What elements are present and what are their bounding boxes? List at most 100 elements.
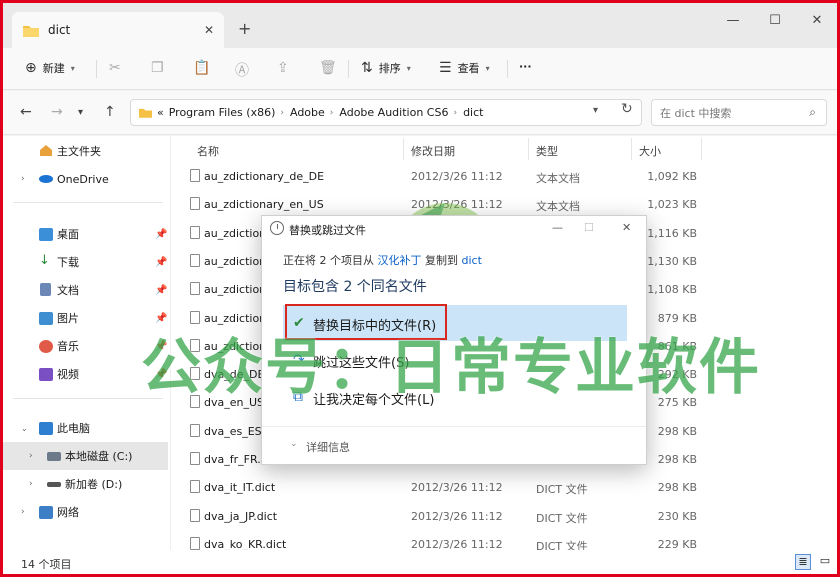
dialog-title: 替换或跳过文件: [289, 224, 366, 237]
option-label: 让我决定每个文件(L): [313, 393, 435, 408]
refresh-icon[interactable]: ↻: [621, 101, 633, 117]
pin-icon[interactable]: 📌: [155, 285, 167, 296]
sort-label: 排序: [378, 62, 401, 75]
column-separator[interactable]: [528, 138, 529, 160]
dialog-maximize-button: ☐: [584, 221, 594, 234]
file-icon: [190, 423, 200, 437]
document-icon: [40, 283, 51, 296]
share-button[interactable]: ⇪: [277, 60, 295, 76]
pin-icon[interactable]: 📌: [155, 369, 167, 380]
sidebar-item-pictures[interactable]: 图片 📌: [3, 304, 168, 332]
file-type: 文本文档: [536, 172, 580, 185]
crumb-adobe[interactable]: Adobe: [290, 106, 325, 119]
delete-button[interactable]: 🗑: [319, 60, 343, 76]
sidebar-item-this-pc[interactable]: ⌄ 此电脑: [3, 414, 168, 442]
details-toggle[interactable]: 详细信息: [306, 439, 350, 455]
pin-icon[interactable]: 📌: [155, 313, 167, 324]
decide-each-option[interactable]: ⧉ 让我决定每个文件(L): [283, 379, 627, 415]
search-icon: ⌕: [809, 105, 816, 119]
search-input[interactable]: 在 dict 中搜索 ⌕: [651, 99, 827, 126]
column-header-date[interactable]: 修改日期: [411, 143, 455, 159]
column-separator[interactable]: [403, 138, 404, 160]
replace-files-option[interactable]: ✔ 替换目标中的文件(R): [283, 304, 627, 341]
source-link[interactable]: 汉化补丁: [378, 254, 422, 267]
maximize-button[interactable]: ☐: [765, 13, 785, 33]
sidebar-item-music[interactable]: 音乐 📌: [3, 332, 168, 360]
column-separator[interactable]: [631, 138, 632, 160]
chevron-down-icon[interactable]: ⌄: [290, 439, 298, 449]
column-header-name[interactable]: 名称: [197, 143, 219, 159]
copy-icon: ❐: [151, 60, 164, 76]
sidebar-item-documents[interactable]: 文档 📌: [3, 276, 168, 304]
new-tab-button[interactable]: +: [238, 19, 251, 38]
cut-button[interactable]: ✂: [109, 60, 127, 76]
file-size: 1,092 KB: [647, 170, 697, 183]
sidebar-item-onedrive[interactable]: › OneDrive: [3, 165, 168, 193]
view-label: 查看: [457, 62, 480, 75]
pin-icon[interactable]: 📌: [155, 341, 167, 352]
file-type: DICT 文件: [536, 483, 588, 497]
status-bar: 14 个项目 ≣ ▭: [3, 550, 837, 574]
address-dropdown-icon[interactable]: ▾: [593, 105, 598, 116]
crumb-dict[interactable]: dict: [463, 106, 483, 119]
close-window-button[interactable]: ✕: [807, 13, 827, 33]
file-name: dva_de_DE: [204, 368, 265, 382]
tiles-view-icon[interactable]: ▭: [817, 554, 833, 570]
column-header-size[interactable]: 大小: [639, 143, 661, 159]
details-view-icon[interactable]: ≣: [795, 554, 811, 570]
dest-link[interactable]: dict: [462, 254, 482, 267]
close-tab-icon[interactable]: ✕: [204, 23, 214, 37]
forward-button[interactable]: →: [51, 104, 63, 120]
toolbar-divider: [96, 60, 97, 78]
sidebar-label: 此电脑: [57, 422, 90, 435]
pin-icon[interactable]: 📌: [155, 229, 167, 240]
computer-icon: [39, 422, 53, 435]
chevron-down-icon: ▾: [406, 63, 411, 73]
crumb-audition[interactable]: Adobe Audition CS6: [339, 106, 448, 119]
new-button[interactable]: ⊕ 新建 ▾: [25, 60, 75, 76]
pin-icon[interactable]: 📌: [155, 257, 167, 268]
view-icon: ☰: [439, 60, 452, 76]
view-button[interactable]: ☰ 查看 ▾: [439, 60, 490, 76]
table-row[interactable]: dva_it_IT.dict 2012/3/26 11:12 DICT 文件 298 …: [171, 473, 837, 501]
skip-files-option[interactable]: ↷ 跳过这些文件(S): [283, 342, 627, 378]
paste-button[interactable]: 📋: [193, 60, 216, 76]
file-name: au_zdiction: [204, 311, 267, 325]
address-bar[interactable]: « Program Files (x86) › Adobe › Adobe Au…: [130, 99, 642, 126]
up-button[interactable]: ↑: [104, 104, 116, 120]
file-name: au_zdiction: [204, 283, 267, 297]
file-icon: [190, 197, 200, 211]
tab-dict[interactable]: dict ✕: [12, 12, 224, 48]
file-name: au_zdiction: [204, 226, 267, 240]
search-placeholder: 在 dict 中搜索: [660, 106, 732, 120]
sidebar-item-videos[interactable]: 视频 📌: [3, 360, 168, 388]
sidebar-item-desktop[interactable]: 桌面 📌: [3, 220, 168, 248]
table-row[interactable]: au_zdictionary_de_DE 2012/3/26 11:12 文本文档 1…: [171, 162, 837, 190]
file-date: 2012/3/26 11:12: [411, 198, 503, 212]
sidebar-item-downloads[interactable]: ↓ 下载 📌: [3, 248, 168, 276]
sidebar-item-home[interactable]: 主文件夹: [3, 137, 168, 165]
dialog-close-button[interactable]: ✕: [622, 221, 631, 234]
sidebar-item-drive-d[interactable]: › 新加卷 (D:): [3, 470, 168, 498]
minimize-button[interactable]: —: [723, 13, 743, 33]
share-icon: ⇪: [277, 60, 289, 76]
sort-button[interactable]: ⇅ 排序 ▾: [361, 60, 411, 76]
sidebar-label: 新加卷 (D:): [65, 478, 123, 491]
column-header-type[interactable]: 类型: [536, 143, 558, 159]
compare-files-icon: ⧉: [293, 389, 303, 405]
rename-button[interactable]: Ⓐ: [235, 60, 255, 80]
dialog-minimize-button[interactable]: —: [552, 221, 563, 234]
recent-locations-button[interactable]: ▾: [78, 107, 83, 118]
copy-button[interactable]: ❐: [151, 60, 170, 76]
address-overflow[interactable]: «: [157, 106, 164, 119]
file-size: 298 KB: [657, 453, 697, 466]
sidebar-item-drive-c[interactable]: › 本地磁盘 (C:): [3, 442, 168, 470]
explorer-window: dict ✕ + — ☐ ✕ ⊕ 新建 ▾ ✂ ❐ 📋 Ⓐ ⇪ 🗑 ⇅ 排序 ▾…: [0, 0, 840, 577]
column-separator[interactable]: [701, 138, 702, 160]
sidebar-label: 主文件夹: [57, 145, 101, 158]
sidebar-item-network[interactable]: › 网络: [3, 498, 168, 526]
back-button[interactable]: ←: [20, 104, 32, 120]
more-button[interactable]: ···: [519, 60, 532, 73]
crumb-program-files[interactable]: Program Files (x86): [169, 106, 276, 119]
table-row[interactable]: dva_ja_JP.dict 2012/3/26 11:12 DICT 文件 230 …: [171, 502, 837, 530]
